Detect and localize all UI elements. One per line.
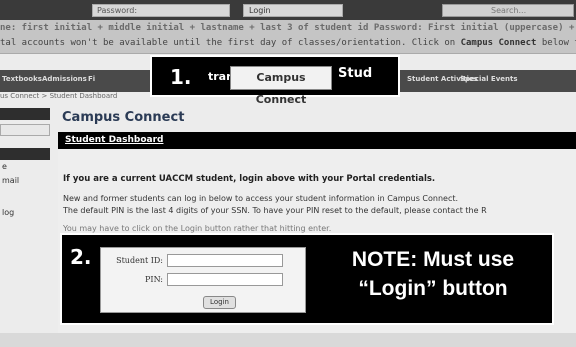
instructions-text: tal accounts won't be available until th…	[0, 38, 461, 48]
top-login-bar: Password: Login Search...	[0, 0, 576, 20]
tab-registrar[interactable]: trar	[208, 70, 232, 83]
footer-strip	[0, 333, 576, 347]
top-login-button[interactable]: Login	[243, 4, 343, 17]
instructions-text-end: below to view yo	[541, 38, 576, 48]
sidebar-link-blog[interactable]: log	[2, 208, 14, 217]
sidebar-link-home[interactable]: e	[2, 162, 7, 171]
former-student-message: New and former students can log in below…	[63, 194, 459, 203]
step-number-1: 1.	[170, 65, 192, 89]
page-title: Campus Connect	[62, 110, 185, 125]
step-number-2: 2.	[70, 245, 92, 269]
tab-campus-connect[interactable]: Campus Connect	[230, 66, 332, 106]
password-field[interactable]: Password:	[92, 4, 230, 17]
note-line-2: “Login” button	[358, 277, 508, 300]
login-button[interactable]: Login	[203, 296, 236, 309]
student-id-label: Student ID:	[116, 256, 163, 265]
dashboard-header: Student Dashboard	[58, 132, 576, 149]
callout-step-2: 2. Student ID: PIN: Login NOTE: Must use…	[60, 233, 554, 325]
enter-key-note: You may have to click on the Login butto…	[63, 224, 332, 233]
portal-instructions: tal accounts won't be available until th…	[0, 38, 576, 48]
tab-admissions[interactable]: Admissions	[42, 75, 87, 83]
callout-step-1: 1. trar Campus Connect Stud	[150, 55, 400, 106]
tab-financial[interactable]: Fi	[88, 75, 95, 83]
username-instructions: ne: first initial + middle initial + las…	[0, 23, 576, 33]
note-line-1: NOTE: Must use	[351, 248, 515, 271]
pin-input[interactable]	[167, 273, 283, 286]
login-note: NOTE: Must use “Login” button	[320, 245, 546, 303]
student-id-input[interactable]	[167, 254, 283, 267]
tab-special-events[interactable]: Special Events	[460, 75, 518, 83]
search-input[interactable]: Search...	[442, 4, 574, 17]
login-instructions: ne: first initial + middle initial + las…	[0, 20, 576, 54]
pin-info-message: The default PIN is the last 4 digits of …	[63, 206, 487, 215]
login-form: Student ID: PIN: Login	[100, 247, 306, 313]
tab-textbooks[interactable]: Textbooks	[2, 75, 42, 83]
campus-connect-mention: Campus Connect	[460, 38, 537, 48]
sidebar-link-email[interactable]: mail	[2, 176, 19, 185]
sidebar-section-header	[0, 148, 50, 160]
sidebar-header	[0, 108, 50, 120]
tab-student[interactable]: Stud	[338, 66, 372, 81]
pin-label: PIN:	[145, 275, 163, 284]
student-dashboard-link[interactable]: Student Dashboard	[65, 135, 163, 145]
sidebar-box	[0, 124, 50, 136]
left-sidebar: e mail log	[0, 104, 52, 347]
current-student-message: If you are a current UACCM student, logi…	[63, 174, 436, 184]
breadcrumb: us Connect > Student Dashboard	[0, 92, 118, 100]
